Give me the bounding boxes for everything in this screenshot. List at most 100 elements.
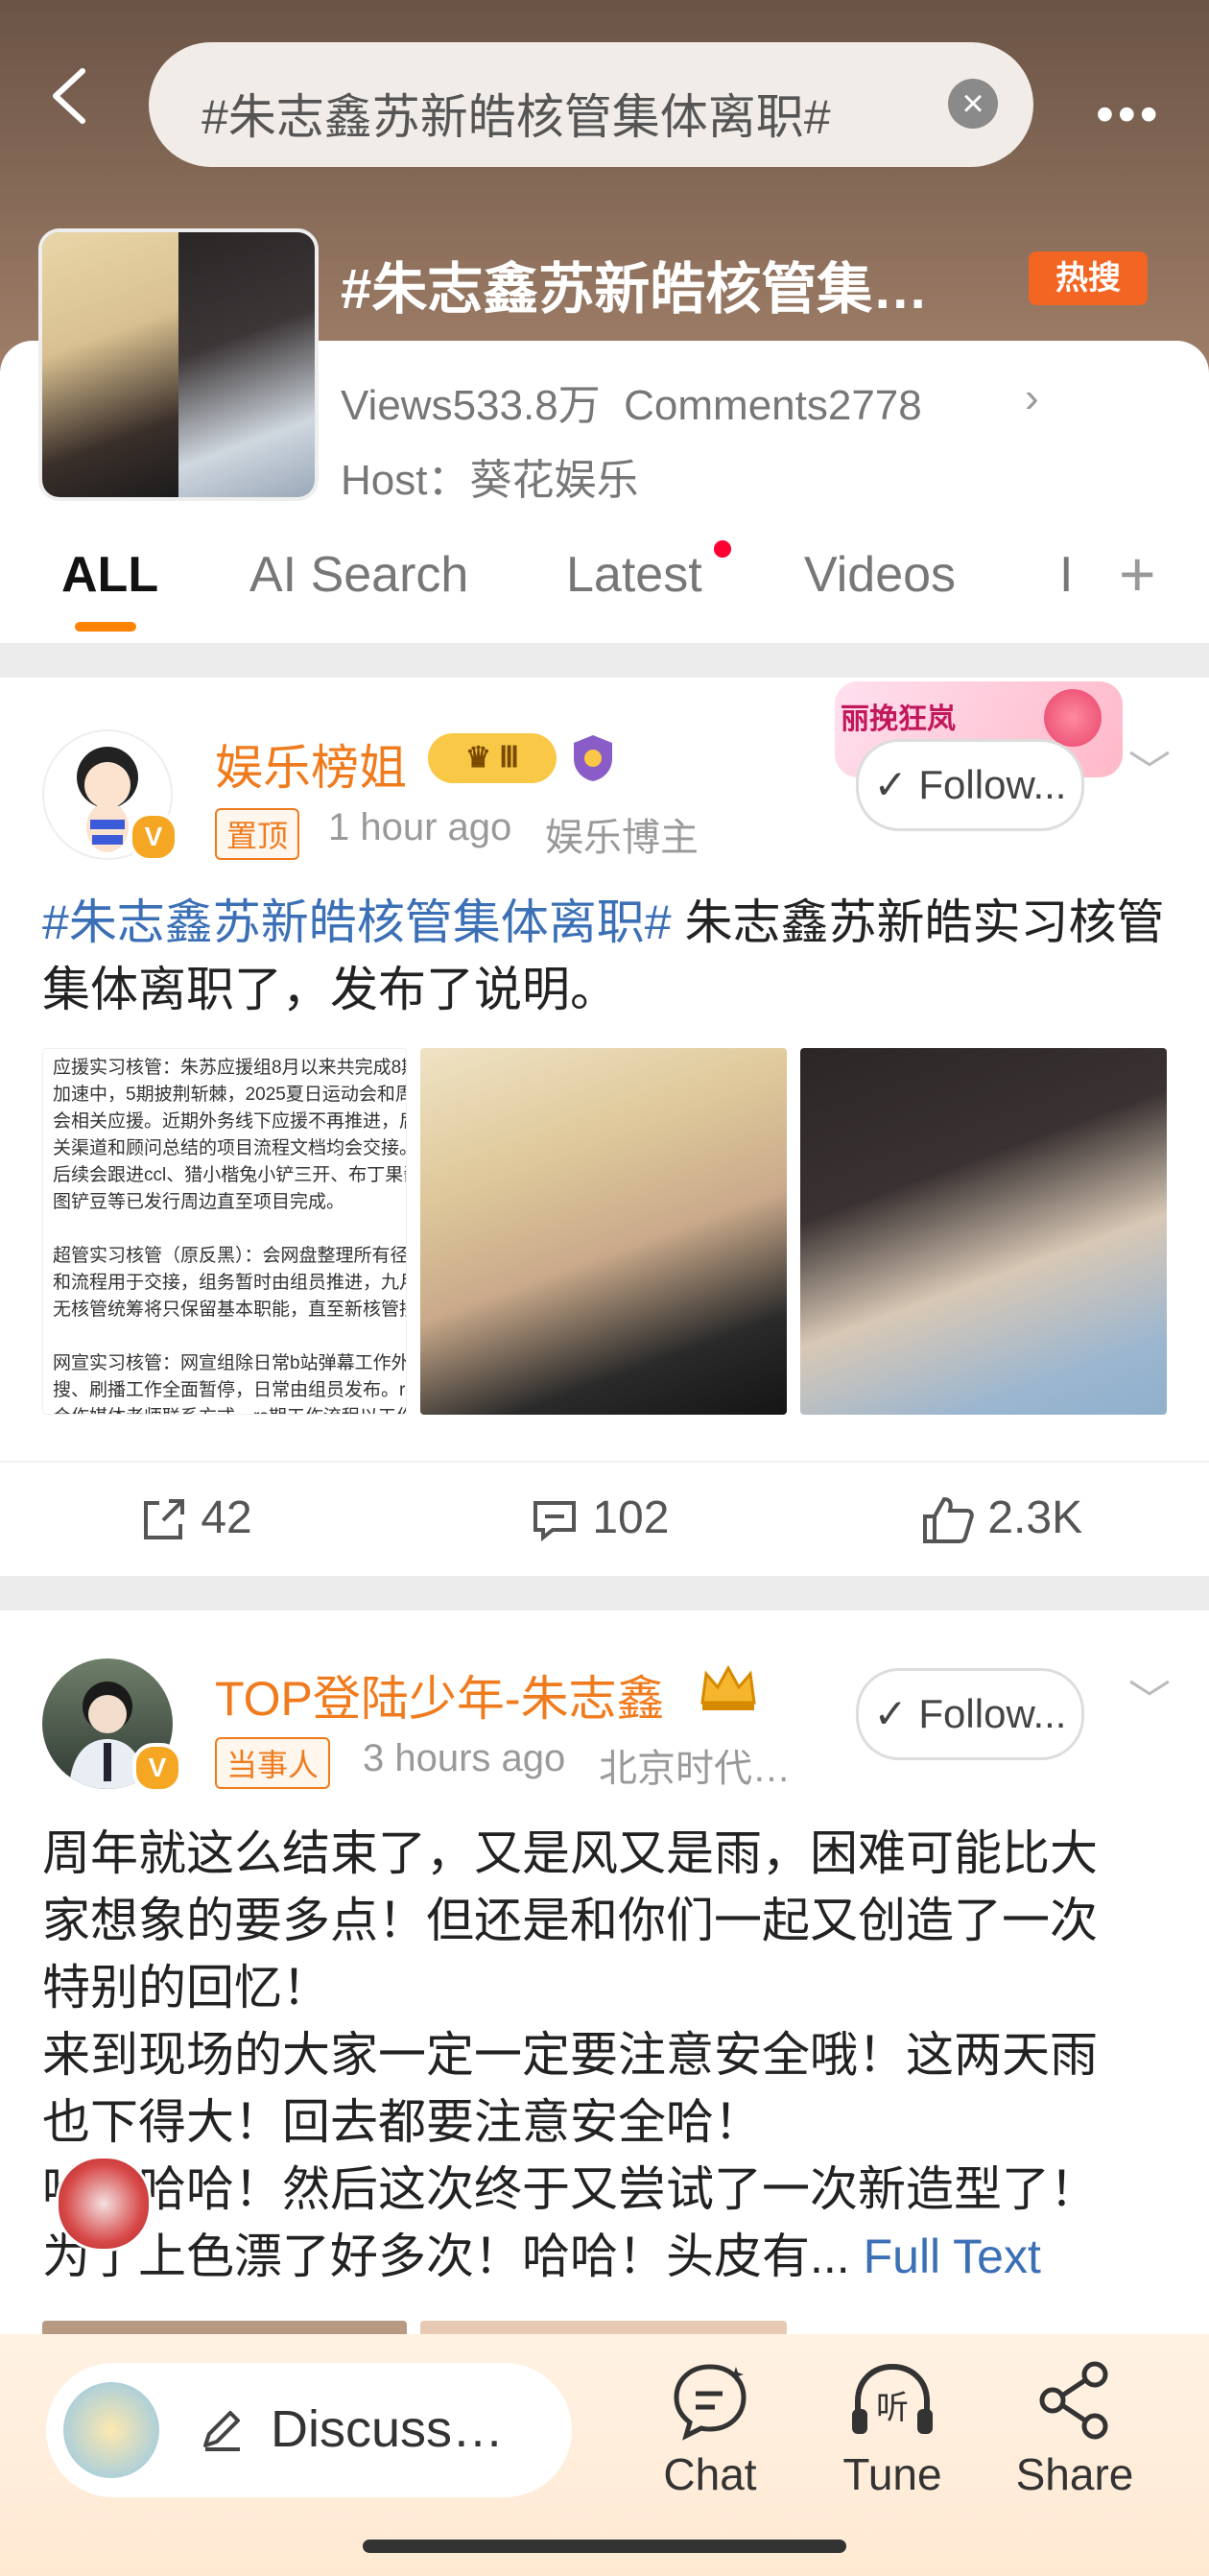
pinned-tag: 置顶 (215, 808, 300, 860)
post-time: 1 hour ago (328, 806, 512, 848)
crown-badge-icon (697, 1660, 760, 1714)
verified-badge-icon: V (129, 812, 178, 862)
follow-button[interactable]: ✓ Follow... (856, 1668, 1084, 1760)
post-source: 娱乐博主 (545, 817, 699, 859)
tab-all[interactable]: ALL (61, 546, 158, 604)
full-text-link[interactable]: Full Text (864, 2230, 1041, 2283)
share-button[interactable]: Share (998, 2357, 1151, 2500)
comment-button[interactable]: 102 (530, 1491, 669, 1545)
post-text-line: 特别的回忆！ (42, 1961, 330, 2015)
post-text: 周年就这么结束了，又是风又是雨，困难可能比大 家想象的要多点！但还是和你们一起又… (42, 1820, 1184, 2290)
post-text: #朱志鑫苏新皓核管集体离职# 朱志鑫苏新皓实习核管集体离职了，发布了说明。 (42, 889, 1174, 1023)
post-text-line: 哈哈哈哈！然后这次终于又尝试了一次新造型了！ (42, 2162, 1098, 2216)
repost-count: 42 (201, 1492, 252, 1543)
comments-count: Comments2778 (624, 382, 922, 429)
tab-truncated[interactable]: I (1059, 546, 1084, 604)
post-actions-bar: 42 102 2.3K (0, 1461, 1209, 1578)
floating-sticker-icon[interactable] (56, 2156, 152, 2252)
follow-button[interactable]: ✓ Follow... (856, 739, 1084, 831)
post-username[interactable]: 娱乐榜姐 (215, 729, 407, 799)
tab-videos[interactable]: Videos (804, 546, 956, 604)
topic-stats[interactable]: Views533.8万 Comments2778 (341, 370, 922, 432)
post-image-document[interactable]: 应援实习核管：朱苏应援组8月以来共完成8期主创加速中，5期披荆斩棘，2025夏日… (42, 1048, 407, 1415)
topic-cover-image (38, 228, 319, 501)
chevron-down-icon[interactable]: ﹀ (1128, 737, 1171, 799)
document-text-line: 网宣实习核管：网宣组除日常b站弹幕工作外其余热 (53, 1353, 407, 1373)
discuss-placeholder: Discuss… (271, 2400, 505, 2458)
svg-text:听: 听 (876, 2389, 909, 2427)
topic-title: #朱志鑫苏新皓核管集… (341, 258, 929, 321)
post-source: 北京时代… (599, 1748, 791, 1790)
post-text-line: 也下得大！回去都要注意安全哈！ (42, 2095, 762, 2149)
share-icon (1039, 2361, 1108, 2440)
hot-badge-label: 热搜 (1055, 260, 1121, 297)
document-text-line: 加速中，5期披荆斩棘，2025夏日运动会和周年演唱 (53, 1085, 406, 1105)
new-content-dot (714, 540, 731, 558)
document-text-line (53, 1324, 396, 1350)
verified-badge-icon: V (132, 1743, 182, 1793)
chevron-right-icon[interactable]: › (1025, 374, 1039, 422)
document-text-line: 后续会跟进ccl、猎小楷兔小铲三开、布丁果酱、棍 (53, 1165, 406, 1185)
document-text-line: 图铲豆等已发行周边直至项目完成。 (53, 1192, 345, 1212)
topic-hashtag-link[interactable]: #朱志鑫苏新皓核管集体离职# (42, 895, 672, 949)
document-text-line: 和流程用于交接，组务暂时由组员推进，九月底若 (53, 1273, 406, 1293)
headphones-icon: 听 (852, 2363, 933, 2434)
follow-label: Follow... (918, 762, 1067, 807)
active-tab-indicator (75, 622, 136, 632)
topic-host: Host：葵花娱乐 (341, 457, 639, 504)
chat-button[interactable]: Chat (633, 2357, 787, 2500)
tab-latest[interactable]: Latest (566, 546, 702, 604)
post-text-line: 来到现场的大家一定一定要注意安全哦！这两天雨 (42, 2028, 1098, 2082)
comment-count: 102 (592, 1492, 670, 1543)
comment-icon (533, 1501, 576, 1542)
document-text-line: 超管实习核管（原反黑）：会网盘整理所有径手材料 (53, 1246, 407, 1266)
user-avatar (63, 2382, 159, 2478)
chat-label: Chat (663, 2449, 757, 2499)
post-username[interactable]: TOP登陆少年-朱志鑫 (215, 1660, 665, 1729)
post-time: 3 hours ago (363, 1737, 566, 1779)
document-text-line: 搜、刷播工作全面暂停，日常由组员发布。rs渠道及 (53, 1380, 406, 1400)
repost-icon (144, 1499, 184, 1540)
shield-badge-icon (570, 733, 616, 783)
cover-photo-dark (178, 232, 315, 497)
involved-party-tag: 当事人 (215, 1737, 331, 1789)
document-text-line: 无核管统筹将只保留基本职能，直至新核管接手。 (53, 1300, 406, 1320)
cover-photo-blond (42, 232, 178, 497)
thumbs-up-icon (923, 1497, 974, 1544)
clear-search-icon[interactable]: × (948, 79, 998, 129)
more-options-icon[interactable]: ••• (1096, 84, 1162, 144)
post-text-line: 家想象的要多点！但还是和你们一起又创造了一次 (42, 1894, 1098, 1947)
back-arrow-icon (53, 68, 85, 124)
views-count: Views533.8万 (341, 382, 601, 429)
promo-text: 丽挽狂岚 (841, 704, 956, 735)
pencil-icon (203, 2411, 240, 2451)
chevron-down-icon[interactable]: ﹀ (1128, 1666, 1171, 1728)
post-text-line: 为了上色漂了好多次！哈哈！头皮有... (42, 2230, 850, 2283)
home-indicator (363, 2540, 846, 2553)
flower-icon (1044, 689, 1102, 747)
back-button[interactable] (48, 67, 90, 124)
search-input[interactable]: #朱志鑫苏新皓核管集体离职# (202, 79, 831, 148)
member-level: Ⅲ (499, 742, 519, 774)
document-text-line: 会相关应援。近期外务线下应援不再推进，后续相 (53, 1111, 406, 1132)
follow-label: Follow... (918, 1691, 1067, 1736)
repost-button[interactable]: 42 (138, 1491, 252, 1545)
tab-bar: ALL AI Search Latest Videos I (0, 533, 1209, 638)
document-text-line: 合作媒体老师联系方式，rs期工作流程以工作文档形 (53, 1404, 406, 1414)
share-label: Share (1015, 2449, 1134, 2499)
tab-ai-search[interactable]: AI Search (249, 546, 468, 604)
post-image-blond-portrait[interactable] (420, 1048, 787, 1415)
tune-button[interactable]: 听 Tune (816, 2357, 969, 2500)
discuss-input[interactable]: Discuss… (46, 2363, 572, 2497)
post-image-dark-portrait[interactable] (800, 1048, 1167, 1415)
chat-icon (674, 2364, 747, 2441)
crown-icon: ♛ (465, 742, 491, 774)
hot-search-badge: 热搜 (1029, 251, 1148, 305)
like-button[interactable]: 2.3K (921, 1491, 1082, 1545)
section-divider (0, 643, 1209, 678)
add-tab-icon[interactable]: + (1119, 537, 1156, 610)
member-level-badge: ♛ Ⅲ (428, 733, 557, 783)
like-count: 2.3K (987, 1492, 1083, 1543)
document-text-line: 应援实习核管：朱苏应援组8月以来共完成8期主创 (53, 1058, 406, 1078)
document-text-line (53, 1216, 396, 1243)
